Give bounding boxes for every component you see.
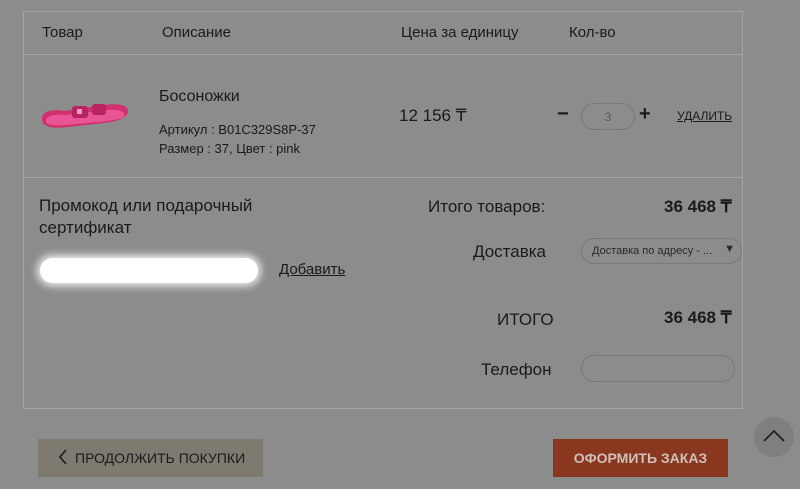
continue-shopping-button[interactable]: ПРОДОЛЖИТЬ ПОКУПКИ xyxy=(38,439,263,477)
goods-total-label: Итого товаров: xyxy=(428,197,546,216)
chevron-left-icon xyxy=(58,449,68,470)
product-image[interactable] xyxy=(38,97,132,133)
product-price: 12 156 ₸ xyxy=(399,106,467,125)
qty-increase-button[interactable]: + xyxy=(639,103,651,126)
promo-title: Промокод или подарочный сертификат xyxy=(39,196,253,237)
caret-down-icon: ▼ xyxy=(724,243,735,255)
phone-label: Телефон xyxy=(481,360,552,379)
product-article: Артикул : B01C329S8P-37 xyxy=(159,122,316,137)
header-product: Товар xyxy=(42,24,83,41)
promo-add-link[interactable]: Добавить xyxy=(279,261,345,278)
place-order-button[interactable]: ОФОРМИТЬ ЗАКАЗ xyxy=(553,439,728,477)
qty-decrease-button[interactable]: − xyxy=(557,103,569,126)
scroll-to-top-button[interactable] xyxy=(754,417,794,457)
remove-item-link[interactable]: УДАЛИТЬ xyxy=(677,109,732,123)
header-unit-price: Цена за единицу xyxy=(401,24,519,41)
table-header: Товар Описание Цена за единицу Кол-во xyxy=(24,12,742,55)
header-description: Описание xyxy=(162,24,232,41)
cart-item-row: Босоножки Артикул : B01C329S8P-37 Размер… xyxy=(24,55,742,178)
header-quantity: Кол-во xyxy=(569,24,616,41)
continue-shopping-label: ПРОДОЛЖИТЬ ПОКУПКИ xyxy=(75,450,246,466)
delivery-label: Доставка xyxy=(473,242,547,261)
product-details: Размер : 37, Цвет : pink xyxy=(159,141,301,156)
delivery-select[interactable]: Доставка по адресу - ... ▼ xyxy=(581,238,742,264)
product-name[interactable]: Босоножки xyxy=(159,88,240,106)
goods-total-value: 36 468 ₸ xyxy=(664,197,732,216)
quantity-input[interactable] xyxy=(581,103,635,130)
grand-total-label: ИТОГО xyxy=(497,310,554,329)
chevron-up-icon xyxy=(762,425,786,454)
grand-total-value: 36 468 ₸ xyxy=(664,308,732,327)
delivery-select-value: Доставка по адресу - ... xyxy=(592,245,713,257)
cart-table: Товар Описание Цена за единицу Кол-во Бо… xyxy=(23,11,743,409)
phone-input[interactable] xyxy=(581,355,735,382)
promo-code-input[interactable] xyxy=(40,258,258,283)
